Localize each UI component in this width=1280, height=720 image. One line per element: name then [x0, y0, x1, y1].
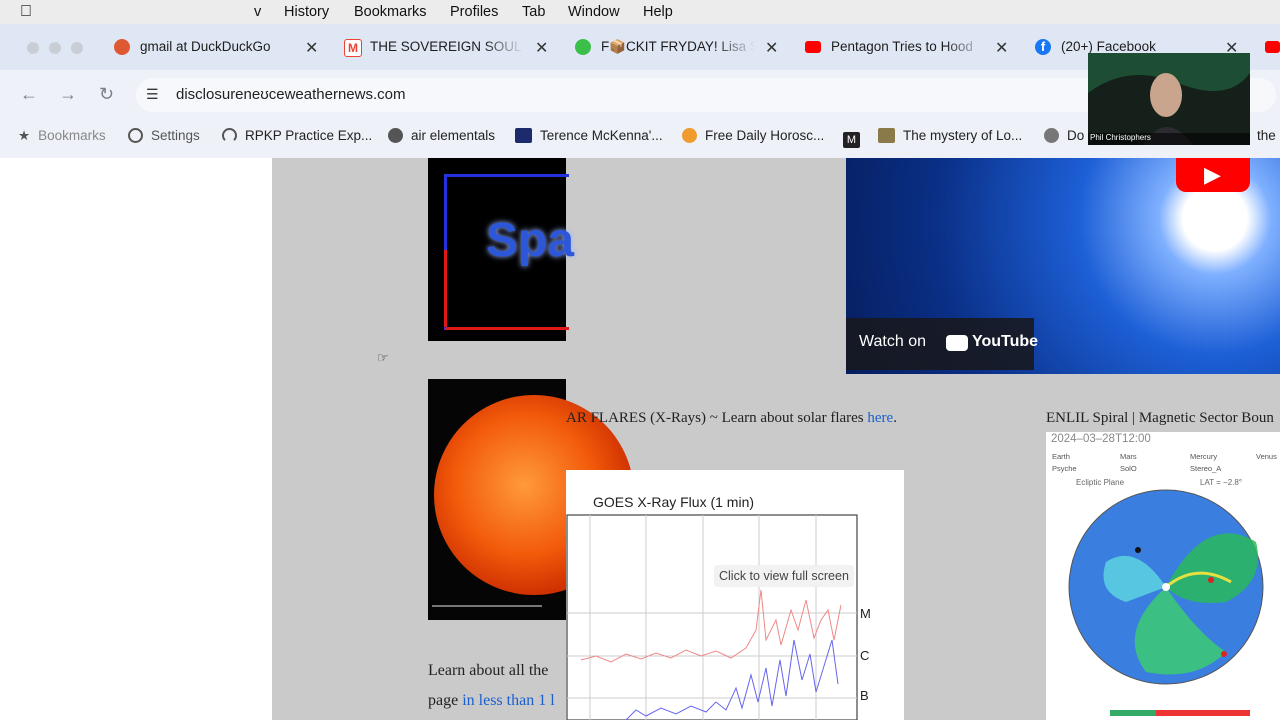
menu-item-bookmarks[interactable]: Bookmarks [354, 4, 427, 20]
forward-arrow-icon[interactable]: → [59, 84, 77, 105]
learn-about-line-2: page in less than 1 l [428, 692, 555, 710]
loading-spinner-icon [1205, 210, 1233, 238]
back-arrow-icon[interactable]: ← [20, 84, 38, 105]
window-zoom-button[interactable] [71, 42, 83, 54]
bookmark-the[interactable]: the [1257, 128, 1276, 143]
bookmark-label: Do [1067, 128, 1085, 143]
enlil-spiral-heading: ENLIL Spiral | Magnetic Sector Boun [1046, 410, 1274, 426]
tab-close-icon[interactable]: ✕ [765, 38, 778, 58]
tab-youtube[interactable]: Pentagon Tries to Hood [805, 34, 985, 62]
bookmark-label: Free Daily Horosc... [705, 128, 825, 143]
bookmark-label: RPKP Practice Exp... [245, 128, 373, 143]
bookmark-terence-mckenna[interactable]: Terence McKenna'... [515, 128, 663, 143]
menu-item-window[interactable]: Window [568, 4, 620, 20]
bookmark-label: the [1257, 128, 1276, 143]
apple-icon[interactable]:  [20, 3, 32, 21]
tab-rumble[interactable]: F📦CKIT FRYDAY! Lisa S [575, 34, 755, 62]
bookmark-label: air elementals [411, 128, 496, 143]
duckduckgo-icon [114, 39, 130, 55]
gmail-icon: M [344, 39, 362, 57]
solar-flares-text: AR FLARES (X-Rays) ~ Learn about solar f… [566, 410, 868, 426]
bookmark-m[interactable]: M [843, 128, 868, 148]
tab-duckduckgo[interactable]: gmail at DuckDuckGo [114, 34, 284, 62]
bookmark-label: Settings [151, 128, 200, 143]
window-minimize-button[interactable] [49, 42, 61, 54]
m-logo-icon: M [843, 132, 860, 148]
tab-close-icon[interactable]: ✕ [535, 38, 548, 58]
bookmark-air-elementals[interactable]: air elementals [388, 128, 495, 143]
solar-flares-heading: AR FLARES (X-Rays) ~ Learn about solar f… [566, 410, 897, 427]
watch-on-youtube-button[interactable]: Watch on YouTube [846, 318, 1038, 370]
tab-title: gmail at DuckDuckGo [140, 39, 271, 54]
bookmark-horoscope[interactable]: Free Daily Horosc... [682, 128, 824, 143]
play-icon: ▶ [1204, 162, 1221, 187]
webcam-overlay: Phil Christophers [1088, 53, 1250, 145]
enlil-spiral-image[interactable]: 2024–03–28T12:00 Earth Mars Mercury Venu… [1046, 432, 1280, 720]
page-left-margin [0, 158, 272, 720]
youtube-icon [805, 41, 821, 53]
logo-text: Spa [486, 214, 575, 267]
menu-bar:  v History Bookmarks Profiles Tab Windo… [0, 0, 1280, 24]
bookmark-all-bookmarks[interactable]: ★ Bookmarks [18, 128, 106, 144]
learn-link[interactable]: in less than 1 l [462, 692, 554, 709]
bookmark-label: Terence McKenna'... [540, 128, 663, 143]
tab-title: (20+) Facebook [1061, 39, 1156, 54]
tab-close-icon[interactable]: ✕ [305, 38, 318, 58]
bookmark-label: The mystery of Lo... [903, 128, 1023, 143]
goes-class-m-label: M [860, 606, 871, 621]
sun-icon [682, 128, 697, 143]
learn-prefix: page [428, 692, 463, 709]
youtube-icon[interactable] [1265, 41, 1280, 53]
site-settings-icon[interactable]: ☰ [146, 86, 159, 103]
webcam-feed [1088, 53, 1250, 145]
bookmark-label: Bookmarks [38, 128, 106, 143]
bookmark-do[interactable]: Do [1044, 128, 1084, 143]
rumble-icon [575, 39, 591, 55]
learn-about-text: Learn about all the [428, 662, 549, 679]
bookmark-mystery[interactable]: The mystery of Lo... [878, 128, 1022, 143]
solar-flares-tail: . [893, 410, 897, 426]
window-close-button[interactable] [27, 42, 39, 54]
youtube-video-embed[interactable]: ▶ Watch on YouTube [846, 158, 1280, 374]
youtube-logo-icon [946, 335, 968, 351]
tab-close-icon[interactable]: ✕ [995, 38, 1008, 58]
hand-cursor-icon: ☞ [377, 350, 389, 365]
youtube-play-button[interactable]: ▶ [1176, 158, 1250, 192]
goes-class-c-label: C [860, 648, 870, 663]
globe-icon [388, 128, 403, 143]
view-full-screen-tooltip[interactable]: Click to view full screen [714, 565, 854, 587]
facebook-icon: f [1035, 39, 1051, 55]
goes-chart-plot [566, 514, 858, 720]
menu-item-history[interactable]: History [284, 4, 329, 20]
goes-class-b-label: B [860, 688, 869, 703]
bookmark-rpkp[interactable]: RPKP Practice Exp... [222, 128, 372, 143]
menu-item-help[interactable]: Help [643, 4, 673, 20]
gauge-icon [222, 128, 237, 143]
site-logo-image[interactable]: Spa [428, 158, 574, 341]
star-icon: ★ [18, 128, 31, 143]
watch-on-label: Watch on [859, 333, 926, 350]
goes-xray-flux-image[interactable]: GOES X-Ray Flux (1 min) Click to view fu… [566, 470, 904, 720]
eye-icon [515, 128, 532, 143]
reload-icon[interactable]: ↻ [99, 84, 114, 105]
bookmark-settings[interactable]: Settings [128, 128, 200, 143]
gear-icon [128, 128, 143, 143]
tab-gmail[interactable]: M THE SOVEREIGN SOUL [344, 34, 524, 62]
sun-image[interactable] [428, 379, 634, 620]
feather-icon [1044, 128, 1059, 143]
webcam-name-label: Phil Christophers [1090, 133, 1151, 142]
menu-item-app[interactable]: v [254, 4, 261, 20]
youtube-brand-label: YouTube [972, 333, 1039, 350]
enlil-spiral-plot [1068, 489, 1264, 716]
menu-item-tab[interactable]: Tab [522, 4, 545, 20]
solar-flares-link[interactable]: here [867, 410, 893, 426]
thumbnail-icon [878, 128, 895, 143]
url-text[interactable]: disclosureneʊceweathernews.com [176, 86, 405, 103]
menu-item-profiles[interactable]: Profiles [450, 4, 498, 20]
